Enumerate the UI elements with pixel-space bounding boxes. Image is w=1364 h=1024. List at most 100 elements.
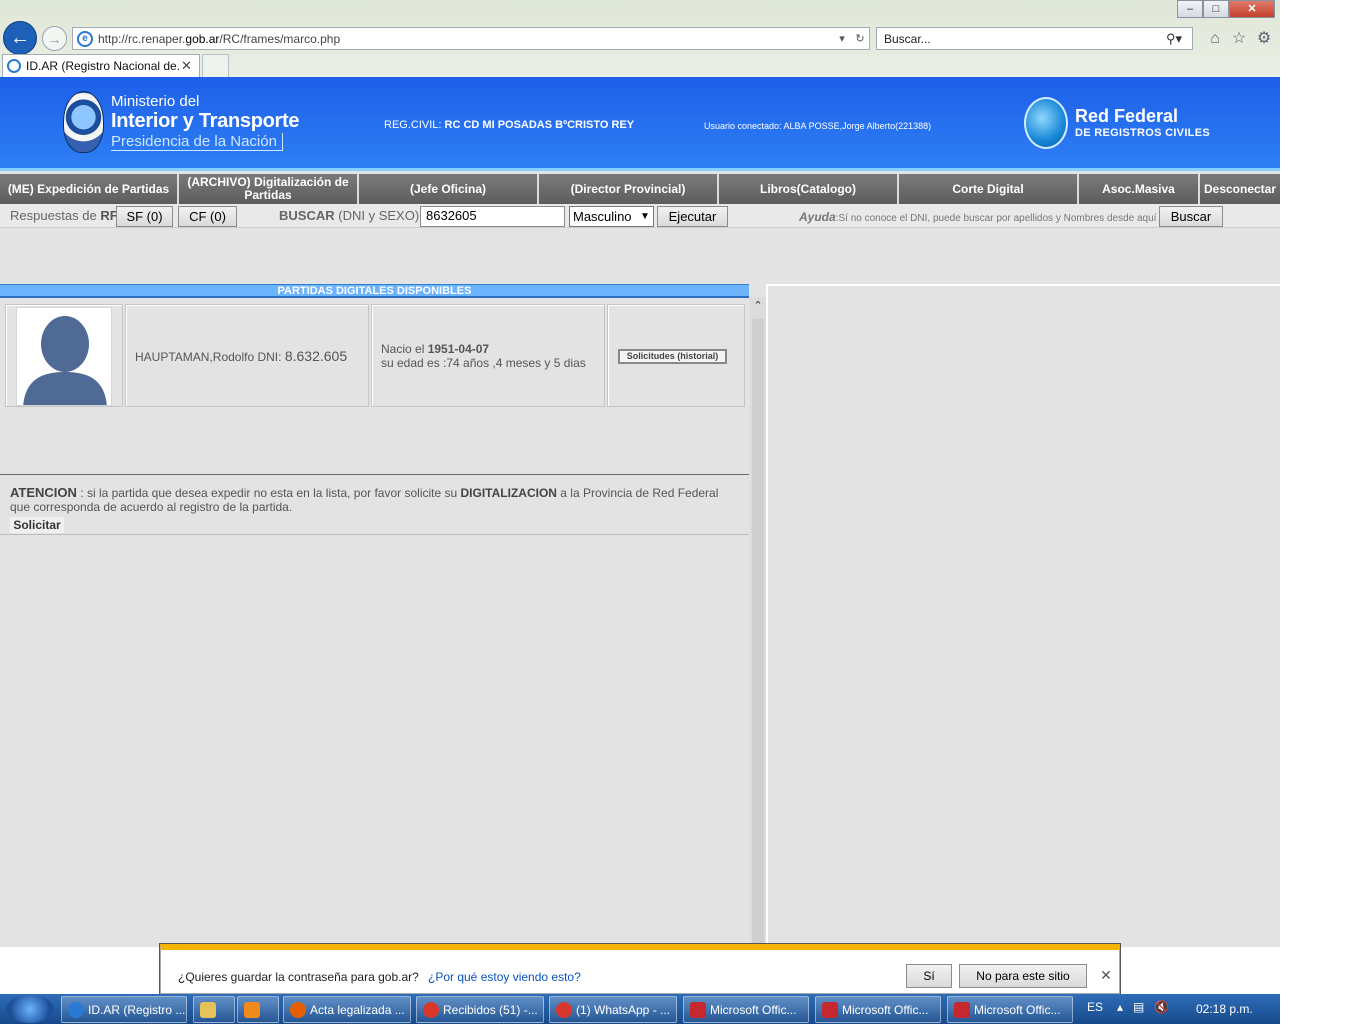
buscar-title: BUSCAR <box>279 208 335 223</box>
regcivil-value: RC CD MI POSADAS BºCRISTO REY <box>444 119 635 131</box>
search-placeholder: Buscar... <box>884 31 931 46</box>
connected-user: Usuario conectado: ALBA POSSE,Jorge Albe… <box>704 121 932 131</box>
task-label: Microsoft Offic... <box>842 1002 929 1017</box>
close-button[interactable]: ✕ <box>1229 0 1275 18</box>
star-icon[interactable]: ☆ <box>1229 29 1249 49</box>
respuestas-text: Respuestas de <box>10 208 97 223</box>
notification-question: ¿Quieres guardar la contraseña para gob.… <box>178 970 419 984</box>
vertical-scrollbar[interactable]: ⌃ <box>750 297 766 947</box>
save-password-no-button[interactable]: No para este sitio <box>959 964 1087 988</box>
tray-icons: ▴▤🔇 <box>1117 1000 1179 1014</box>
menu-digitalizacion-partidas[interactable]: (ARCHIVO) Digitalización de Partidas <box>179 174 359 204</box>
clock[interactable]: 02:18 p.m. <box>1196 1002 1253 1016</box>
screen: ← → e http://rc.renaper.gob.ar/RC/frames… <box>0 0 1364 1024</box>
menu-desconectar[interactable]: Desconectar <box>1200 174 1280 204</box>
close-tab-icon[interactable]: ✕ <box>181 58 195 74</box>
language-indicator[interactable]: ES <box>1087 1000 1103 1014</box>
ministry-line2: Interior y Transporte <box>111 110 300 132</box>
start-button[interactable] <box>6 995 54 1023</box>
url-text[interactable]: http://rc.renaper.gob.ar/RC/frames/marco… <box>98 32 833 46</box>
partidas-header: PARTIDAS DIGITALES DISPONIBLES <box>0 284 749 298</box>
new-tab-button[interactable] <box>202 54 229 77</box>
url-suffix: /RC/frames/marco.php <box>219 31 341 46</box>
home-icon[interactable]: ⌂ <box>1205 29 1225 49</box>
person-name-text: HAUPTAMAN,Rodolfo DNI: <box>135 350 282 364</box>
name-cell: HAUPTAMAN,Rodolfo DNI: 8.632.605 <box>125 304 369 407</box>
task-label: (1) WhatsApp - ... <box>576 1002 671 1017</box>
attention-text1: : si la partida que desea expedir no est… <box>80 486 458 500</box>
buscar-button[interactable]: Buscar <box>1159 206 1223 227</box>
argentina-seal-logo <box>63 91 104 153</box>
scroll-thumb[interactable] <box>752 319 764 945</box>
refresh-icon[interactable]: ↻ <box>851 32 869 45</box>
dni-input[interactable]: 8632605 <box>420 206 565 227</box>
person-silhouette-icon <box>23 316 107 405</box>
menu-asoc-masiva[interactable]: Asoc.Masiva <box>1079 174 1200 204</box>
sexo-select[interactable]: Masculino ▼ <box>569 206 654 227</box>
gear-icon[interactable]: ⚙ <box>1254 29 1274 49</box>
scroll-up-icon[interactable]: ⌃ <box>750 297 766 315</box>
close-icon[interactable]: ✕ <box>1099 968 1113 982</box>
task-explorer[interactable] <box>193 996 235 1023</box>
menu-corte-digital[interactable]: Corte Digital <box>899 174 1079 204</box>
buscar-hint: (DNI y SEXO) <box>338 208 420 223</box>
solicitar-button[interactable]: Solicitar <box>10 517 64 533</box>
tab-title: ID.AR (Registro Nacional de... <box>26 59 181 73</box>
ministry-line1: Ministerio del <box>111 93 200 110</box>
minimize-button[interactable]: – <box>1177 0 1203 18</box>
photo-cell <box>5 304 123 407</box>
sf-button[interactable]: SF (0) <box>116 206 173 227</box>
tray-expand-icon[interactable]: ▴ <box>1117 1000 1133 1014</box>
chrome-icon <box>423 1001 439 1018</box>
respuestas-label: Respuestas de RF <box>10 208 118 223</box>
ministry-line3: Presidencia de la Nación <box>111 133 283 151</box>
regcivil-label: REG.CIVIL: <box>384 119 442 131</box>
url-prefix: http://rc.renaper. <box>98 31 186 46</box>
task-firefox[interactable]: Acta legalizada ... <box>283 996 411 1023</box>
search-icon[interactable]: ⚲▾ <box>1166 31 1192 47</box>
panel-divider <box>766 284 768 947</box>
person-name: HAUPTAMAN,Rodolfo DNI: 8.632.605 <box>135 348 347 364</box>
panel-divider-top <box>768 284 1280 286</box>
ejecutar-button[interactable]: Ejecutar <box>657 206 728 227</box>
task-label: ID.AR (Registro ... <box>88 1002 186 1017</box>
menu-libros-catalogo[interactable]: Libros(Catalogo) <box>719 174 899 204</box>
task-office-3[interactable]: Microsoft Offic... <box>947 996 1073 1023</box>
password-notification-bar: ¿Quieres guardar la contraseña para gob.… <box>160 944 1120 994</box>
volume-muted-icon[interactable]: 🔇 <box>1154 1000 1179 1014</box>
back-arrow-icon[interactable]: ← <box>3 21 37 55</box>
task-label: Microsoft Offic... <box>974 1002 1061 1017</box>
solicitudes-historial-button[interactable]: Solicitudes (historial) <box>618 349 727 364</box>
history-cell: Solicitudes (historial) <box>607 304 745 407</box>
window-controls: – □ ✕ <box>1177 0 1275 18</box>
address-bar[interactable]: e http://rc.renaper.gob.ar/RC/frames/mar… <box>72 27 870 50</box>
menu-jefe-oficina[interactable]: (Jefe Oficina) <box>359 174 539 204</box>
forward-arrow-icon[interactable]: → <box>42 26 67 51</box>
ie-page-icon: e <box>77 30 93 47</box>
task-chrome-whatsapp[interactable]: (1) WhatsApp - ... <box>549 996 677 1023</box>
attention-keyword: DIGITALIZACION <box>460 486 557 500</box>
web-page: Ministerio del Interior y Transporte Pre… <box>0 77 1280 947</box>
menu-expedicion-partidas[interactable]: (ME) Expedición de Partidas <box>0 174 179 204</box>
task-office-1[interactable]: Microsoft Offic... <box>683 996 809 1023</box>
dropdown-arrow-icon[interactable]: ▾ <box>833 32 851 45</box>
save-password-yes-button[interactable]: Sí <box>906 964 952 988</box>
task-ie[interactable]: ID.AR (Registro ... <box>61 996 187 1023</box>
windows-taskbar: ID.AR (Registro ... Acta legalizada ... … <box>0 994 1280 1024</box>
maximize-button[interactable]: □ <box>1203 0 1229 18</box>
menu-director-provincial[interactable]: (Director Provincial) <box>539 174 719 204</box>
browser-tab[interactable]: ID.AR (Registro Nacional de... ✕ <box>2 54 200 77</box>
task-chrome-gmail[interactable]: Recibidos (51) -... <box>416 996 544 1023</box>
why-seeing-this-link[interactable]: ¿Por qué estoy viendo esto? <box>428 970 581 984</box>
person-dni: 8.632.605 <box>284 348 348 364</box>
task-label: Recibidos (51) -... <box>443 1002 538 1017</box>
site-banner: Ministerio del Interior y Transporte Pre… <box>0 77 1280 171</box>
browser-search-box[interactable]: Buscar... ⚲▾ <box>876 27 1193 50</box>
task-label: Microsoft Offic... <box>710 1002 797 1017</box>
task-media[interactable] <box>237 996 279 1023</box>
network-icon[interactable]: ▤ <box>1133 1000 1154 1014</box>
task-office-2[interactable]: Microsoft Offic... <box>815 996 941 1023</box>
media-player-icon <box>244 1001 260 1018</box>
cf-button[interactable]: CF (0) <box>178 206 237 227</box>
attention-lead: ATENCION <box>10 485 77 500</box>
